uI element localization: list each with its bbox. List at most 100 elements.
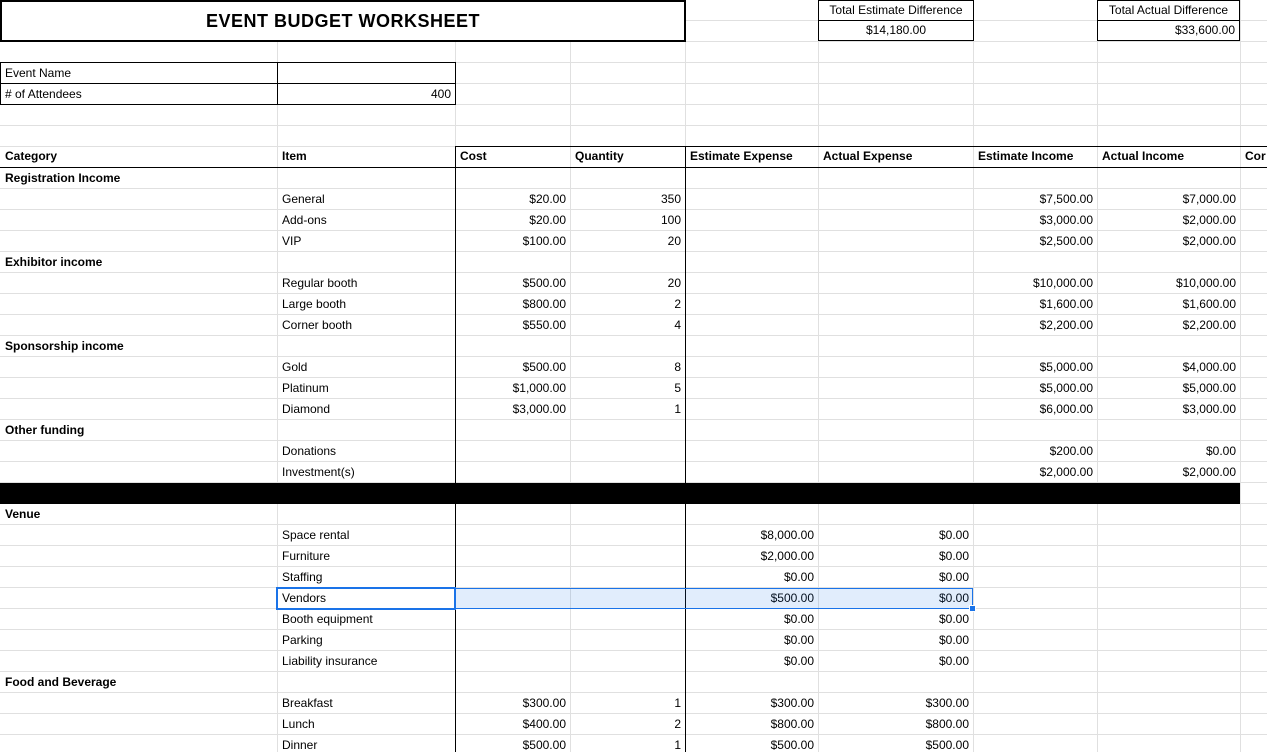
cell-estimate_income[interactable]: $3,000.00 (973, 210, 1097, 230)
cell-item[interactable]: Dinner (277, 735, 455, 752)
black-divider-bar[interactable] (0, 483, 1240, 504)
cell-category[interactable]: Venue (0, 504, 277, 524)
cell-quantity[interactable]: 1 (570, 399, 685, 419)
attendees-value[interactable]: 400 (278, 84, 455, 104)
cell-cost[interactable]: $20.00 (455, 210, 570, 230)
cell-actual_expense[interactable]: $800.00 (818, 714, 973, 734)
cell-actual_income[interactable]: $10,000.00 (1097, 273, 1240, 293)
cell-estimate_income[interactable]: $2,500.00 (973, 231, 1097, 251)
cell-item[interactable]: Lunch (277, 714, 455, 734)
cell-category[interactable]: Sponsorship income (0, 336, 277, 356)
cell-item[interactable]: Staffing (277, 567, 455, 587)
cell-cost[interactable]: $3,000.00 (455, 399, 570, 419)
cell-estimate_income[interactable]: $6,000.00 (973, 399, 1097, 419)
cell-category[interactable]: Registration Income (0, 168, 277, 188)
cell-estimate_income[interactable]: $10,000.00 (973, 273, 1097, 293)
cell-estimate_income[interactable]: $200.00 (973, 441, 1097, 461)
cell-quantity[interactable]: 2 (570, 714, 685, 734)
cell-actual_expense[interactable]: $0.00 (818, 567, 973, 587)
cell-estimate_expense[interactable]: $0.00 (685, 567, 818, 587)
cell-actual_income[interactable]: $0.00 (1097, 441, 1240, 461)
total-actual-difference-value[interactable]: $33,600.00 (1097, 20, 1240, 41)
cell-cost[interactable]: $400.00 (455, 714, 570, 734)
cell-item[interactable]: Furniture (277, 546, 455, 566)
cell-estimate_income[interactable]: $7,500.00 (973, 189, 1097, 209)
cell-item[interactable]: Donations (277, 441, 455, 461)
cell-estimate_income[interactable]: $2,200.00 (973, 315, 1097, 335)
cell-estimate_expense[interactable]: $500.00 (685, 735, 818, 752)
cell-estimate_income[interactable]: $2,000.00 (973, 462, 1097, 482)
cell-cost[interactable]: $1,000.00 (455, 378, 570, 398)
cell-actual_expense[interactable]: $0.00 (818, 546, 973, 566)
total-actual-difference-label[interactable]: Total Actual Difference (1097, 0, 1240, 21)
column-header-actual_expense[interactable]: Actual Expense (818, 146, 973, 167)
cell-item[interactable]: Booth equipment (277, 609, 455, 629)
cell-quantity[interactable]: 4 (570, 315, 685, 335)
cell-actual_income[interactable]: $2,000.00 (1097, 231, 1240, 251)
cell-cost[interactable]: $500.00 (455, 735, 570, 752)
cell-actual_expense[interactable]: $0.00 (818, 525, 973, 545)
cell-estimate_expense[interactable]: $800.00 (685, 714, 818, 734)
cell-actual_income[interactable]: $4,000.00 (1097, 357, 1240, 377)
cell-item[interactable]: General (277, 189, 455, 209)
cell-cost[interactable]: $100.00 (455, 231, 570, 251)
cell-actual_income[interactable]: $2,200.00 (1097, 315, 1240, 335)
cell-quantity[interactable]: 20 (570, 273, 685, 293)
cell-cost[interactable]: $20.00 (455, 189, 570, 209)
cell-quantity[interactable]: 5 (570, 378, 685, 398)
cell-item[interactable]: VIP (277, 231, 455, 251)
attendees-label[interactable]: # of Attendees (1, 84, 278, 104)
cell-estimate_expense[interactable]: $2,000.00 (685, 546, 818, 566)
fill-handle[interactable] (969, 605, 976, 612)
cell-item[interactable]: Diamond (277, 399, 455, 419)
cell-actual_income[interactable]: $1,600.00 (1097, 294, 1240, 314)
cell-item[interactable]: Investment(s) (277, 462, 455, 482)
cell-actual_income[interactable]: $2,000.00 (1097, 210, 1240, 230)
cell-item[interactable]: Gold (277, 357, 455, 377)
column-header-comments[interactable]: Cor (1240, 146, 1267, 167)
cell-actual_income[interactable]: $5,000.00 (1097, 378, 1240, 398)
cell-estimate_expense[interactable]: $8,000.00 (685, 525, 818, 545)
column-header-item[interactable]: Item (277, 146, 455, 167)
column-header-quantity[interactable]: Quantity (570, 146, 685, 167)
cell-quantity[interactable]: 1 (570, 735, 685, 752)
cell-cost[interactable]: $500.00 (455, 357, 570, 377)
column-header-cost[interactable]: Cost (455, 146, 570, 167)
cell-item[interactable]: Large booth (277, 294, 455, 314)
cell-cost[interactable]: $550.00 (455, 315, 570, 335)
cell-estimate_income[interactable]: $1,600.00 (973, 294, 1097, 314)
cell-estimate_income[interactable]: $5,000.00 (973, 357, 1097, 377)
cell-category[interactable]: Other funding (0, 420, 277, 440)
cell-quantity[interactable]: 20 (570, 231, 685, 251)
column-header-estimate_expense[interactable]: Estimate Expense (685, 146, 818, 167)
cell-estimate_expense[interactable]: $0.00 (685, 609, 818, 629)
cell-actual_income[interactable]: $3,000.00 (1097, 399, 1240, 419)
cell-item[interactable]: Parking (277, 630, 455, 650)
cell-actual_expense[interactable]: $500.00 (818, 735, 973, 752)
column-header-category[interactable]: Category (0, 146, 277, 167)
total-estimate-difference-value[interactable]: $14,180.00 (818, 20, 974, 41)
cell-item[interactable]: Breakfast (277, 693, 455, 713)
cell-item[interactable]: Liability insurance (277, 651, 455, 671)
cell-quantity[interactable]: 8 (570, 357, 685, 377)
cell-item[interactable]: Regular booth (277, 273, 455, 293)
cell-estimate_income[interactable]: $5,000.00 (973, 378, 1097, 398)
cell-actual_expense[interactable]: $0.00 (818, 609, 973, 629)
cell-cost[interactable]: $800.00 (455, 294, 570, 314)
cell-item[interactable]: Space rental (277, 525, 455, 545)
column-header-estimate_income[interactable]: Estimate Income (973, 146, 1097, 167)
cell-quantity[interactable]: 100 (570, 210, 685, 230)
cell-cost[interactable]: $300.00 (455, 693, 570, 713)
cell-category[interactable]: Food and Beverage (0, 672, 277, 692)
cell-item[interactable]: Corner booth (277, 315, 455, 335)
cell-cost[interactable]: $500.00 (455, 273, 570, 293)
cell-estimate_expense[interactable]: $0.00 (685, 630, 818, 650)
cell-quantity[interactable]: 1 (570, 693, 685, 713)
cell-estimate_expense[interactable]: $0.00 (685, 651, 818, 671)
cell-estimate_expense[interactable]: $300.00 (685, 693, 818, 713)
event-name-label[interactable]: Event Name (1, 63, 278, 84)
cell-quantity[interactable]: 2 (570, 294, 685, 314)
total-estimate-difference-label[interactable]: Total Estimate Difference (818, 0, 974, 21)
column-header-actual_income[interactable]: Actual Income (1097, 146, 1240, 167)
cell-actual_income[interactable]: $2,000.00 (1097, 462, 1240, 482)
